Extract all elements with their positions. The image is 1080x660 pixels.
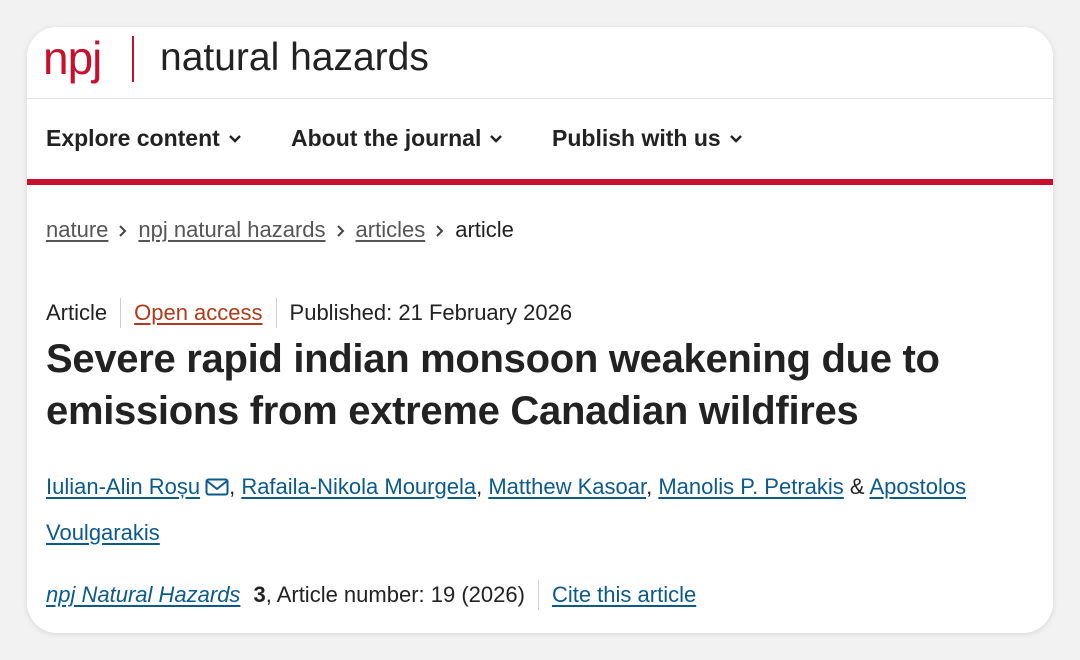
chevron-down-icon	[490, 134, 503, 143]
journal-name[interactable]: natural hazards	[160, 36, 429, 80]
breadcrumb-current: article	[455, 217, 514, 242]
nav-label: About the journal	[291, 125, 482, 151]
author-separator: &	[843, 474, 870, 499]
breadcrumb: nature npj natural hazards articles arti…	[46, 217, 514, 243]
article-number: , Article number: 19 (2026)	[265, 582, 525, 607]
site-header: npj natural hazards	[27, 27, 1053, 99]
chevron-right-icon	[326, 217, 356, 243]
chevron-down-icon	[228, 134, 241, 143]
nav-explore-content[interactable]: Explore content	[46, 125, 242, 152]
chevron-down-icon	[729, 134, 742, 143]
nav-label: Explore content	[46, 125, 220, 151]
article-type: Article	[46, 300, 108, 325]
nav-label: Publish with us	[552, 125, 721, 151]
volume-number: 3	[253, 582, 266, 607]
email-icon[interactable]	[205, 478, 229, 496]
nav-about-journal[interactable]: About the journal	[291, 125, 503, 152]
author-link[interactable]: Matthew Kasoar	[488, 474, 646, 499]
article-meta: Article Open access Published: 21 Februa…	[46, 298, 572, 328]
breadcrumb-journal[interactable]: npj natural hazards	[138, 217, 325, 243]
chevron-right-icon	[108, 217, 138, 243]
author-separator: ,	[229, 474, 242, 499]
meta-divider	[120, 298, 122, 328]
page-card: npj natural hazards Explore content Abou…	[27, 27, 1053, 633]
brand-divider	[132, 36, 134, 82]
author-link[interactable]: Iulian-Alin Roșu	[46, 474, 200, 499]
brand-logo[interactable]: npj	[43, 33, 102, 83]
citation-divider	[537, 580, 539, 610]
author-list: Iulian-Alin Roșu, Rafaila-Nikola Mourgel…	[46, 464, 1046, 556]
journal-link[interactable]: npj Natural Hazards	[46, 582, 240, 608]
cite-article-link[interactable]: Cite this article	[552, 582, 696, 608]
author-separator: ,	[646, 474, 659, 499]
author-separator: ,	[476, 474, 489, 499]
breadcrumb-nature[interactable]: nature	[46, 217, 108, 243]
breadcrumb-articles[interactable]: articles	[356, 217, 426, 243]
chevron-right-icon	[425, 217, 455, 243]
author-link[interactable]: Rafaila-Nikola Mourgela	[241, 474, 476, 499]
citation-line: npj Natural Hazards 3 , Article number: …	[46, 580, 696, 610]
published-date: Published: 21 February 2026	[289, 300, 573, 325]
meta-divider	[275, 298, 277, 328]
author-link[interactable]: Manolis P. Petrakis	[658, 474, 843, 499]
main-nav: Explore content About the journal Publis…	[27, 99, 1053, 185]
nav-publish-with-us[interactable]: Publish with us	[552, 125, 743, 152]
open-access-link[interactable]: Open access	[134, 300, 262, 326]
article-title: Severe rapid indian monsoon weakening du…	[46, 337, 940, 433]
